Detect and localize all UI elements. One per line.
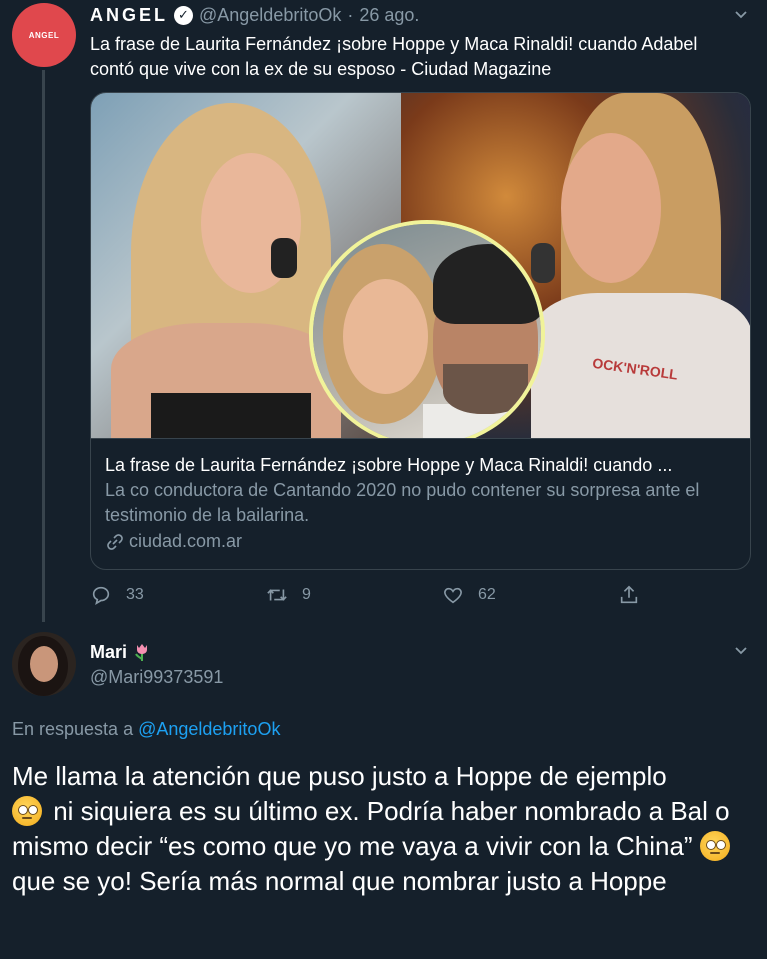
thread-connector-line xyxy=(42,70,45,622)
reply-mention-link[interactable]: @AngeldebritoOk xyxy=(138,719,280,739)
reply-count: 33 xyxy=(126,586,144,603)
author-handle[interactable]: @AngeldebritoOk xyxy=(199,5,341,26)
face-with-rolling-eyes-icon xyxy=(12,796,42,826)
avatar[interactable] xyxy=(12,632,76,696)
verified-badge-icon: ✓ xyxy=(174,5,193,25)
reply-text: Me llama la atención que puso justo a Ho… xyxy=(12,759,757,899)
link-preview-card[interactable]: OCK'N'ROLL La frase de Laurita Fernández… xyxy=(90,92,751,570)
photo-detail xyxy=(433,244,541,324)
card-domain-text: ciudad.com.ar xyxy=(129,531,243,551)
card-description: La co conductora de Cantando 2020 no pud… xyxy=(105,480,700,525)
separator-dot: · xyxy=(347,4,354,25)
card-title: La frase de Laurita Fernández ¡sobre Hop… xyxy=(105,455,673,475)
card-image: OCK'N'ROLL xyxy=(91,93,750,438)
share-button[interactable] xyxy=(618,580,654,610)
like-count: 62 xyxy=(478,586,496,603)
heart-icon xyxy=(444,587,462,604)
retweet-count: 9 xyxy=(302,586,311,603)
tweet-date[interactable]: 26 ago. xyxy=(359,5,419,26)
chevron-down-icon[interactable] xyxy=(734,8,748,22)
reply-text-part: ni siquiera es su último ex. Podría habe… xyxy=(12,796,730,861)
author-name-row: Mari xyxy=(90,640,153,664)
tweet-actions: 33 9 62 xyxy=(90,580,750,610)
retweet-icon xyxy=(267,589,287,601)
reply-text-part: que se yo! Sería más normal que nombrar … xyxy=(12,866,667,896)
reply-text-part: Me llama la atención que puso justo a Ho… xyxy=(12,761,667,791)
link-icon xyxy=(107,533,123,550)
photo-detail xyxy=(151,393,311,438)
avatar-label: ANGEL xyxy=(28,30,60,40)
reply-icon xyxy=(92,586,110,605)
reply-button[interactable]: 33 xyxy=(90,580,144,610)
photo-detail xyxy=(271,238,297,278)
card-info: La frase de Laurita Fernández ¡sobre Hop… xyxy=(91,438,750,569)
share-icon xyxy=(620,585,638,604)
avatar-detail xyxy=(30,646,58,682)
like-button[interactable]: 62 xyxy=(442,580,496,610)
photo-inset-circle xyxy=(309,220,545,438)
tweet-text: La frase de Laurita Fernández ¡sobre Hop… xyxy=(90,34,698,79)
reply-prefix: En respuesta a xyxy=(12,719,134,739)
author-name[interactable]: Mari xyxy=(90,642,127,663)
reply-context: En respuesta a @AngeldebritoOk xyxy=(12,719,280,740)
retweet-button[interactable]: 9 xyxy=(266,580,311,610)
photo-detail xyxy=(561,133,661,283)
face-with-rolling-eyes-icon xyxy=(699,831,730,861)
author-handle[interactable]: @Mari99373591 xyxy=(90,667,223,688)
photo-detail xyxy=(343,279,428,394)
author-name[interactable]: ANGEL xyxy=(90,5,168,26)
photo-detail xyxy=(443,364,528,414)
card-domain: ciudad.com.ar xyxy=(105,529,738,554)
tweet-header: ANGEL ✓ @AngeldebritoOk · 26 ago. xyxy=(90,2,419,28)
avatar[interactable]: ANGEL xyxy=(12,3,76,67)
tulip-icon xyxy=(135,644,148,661)
chevron-down-icon[interactable] xyxy=(734,644,748,658)
twitter-thread: ANGEL ANGEL ✓ @AngeldebritoOk · 26 ago. … xyxy=(0,0,767,959)
